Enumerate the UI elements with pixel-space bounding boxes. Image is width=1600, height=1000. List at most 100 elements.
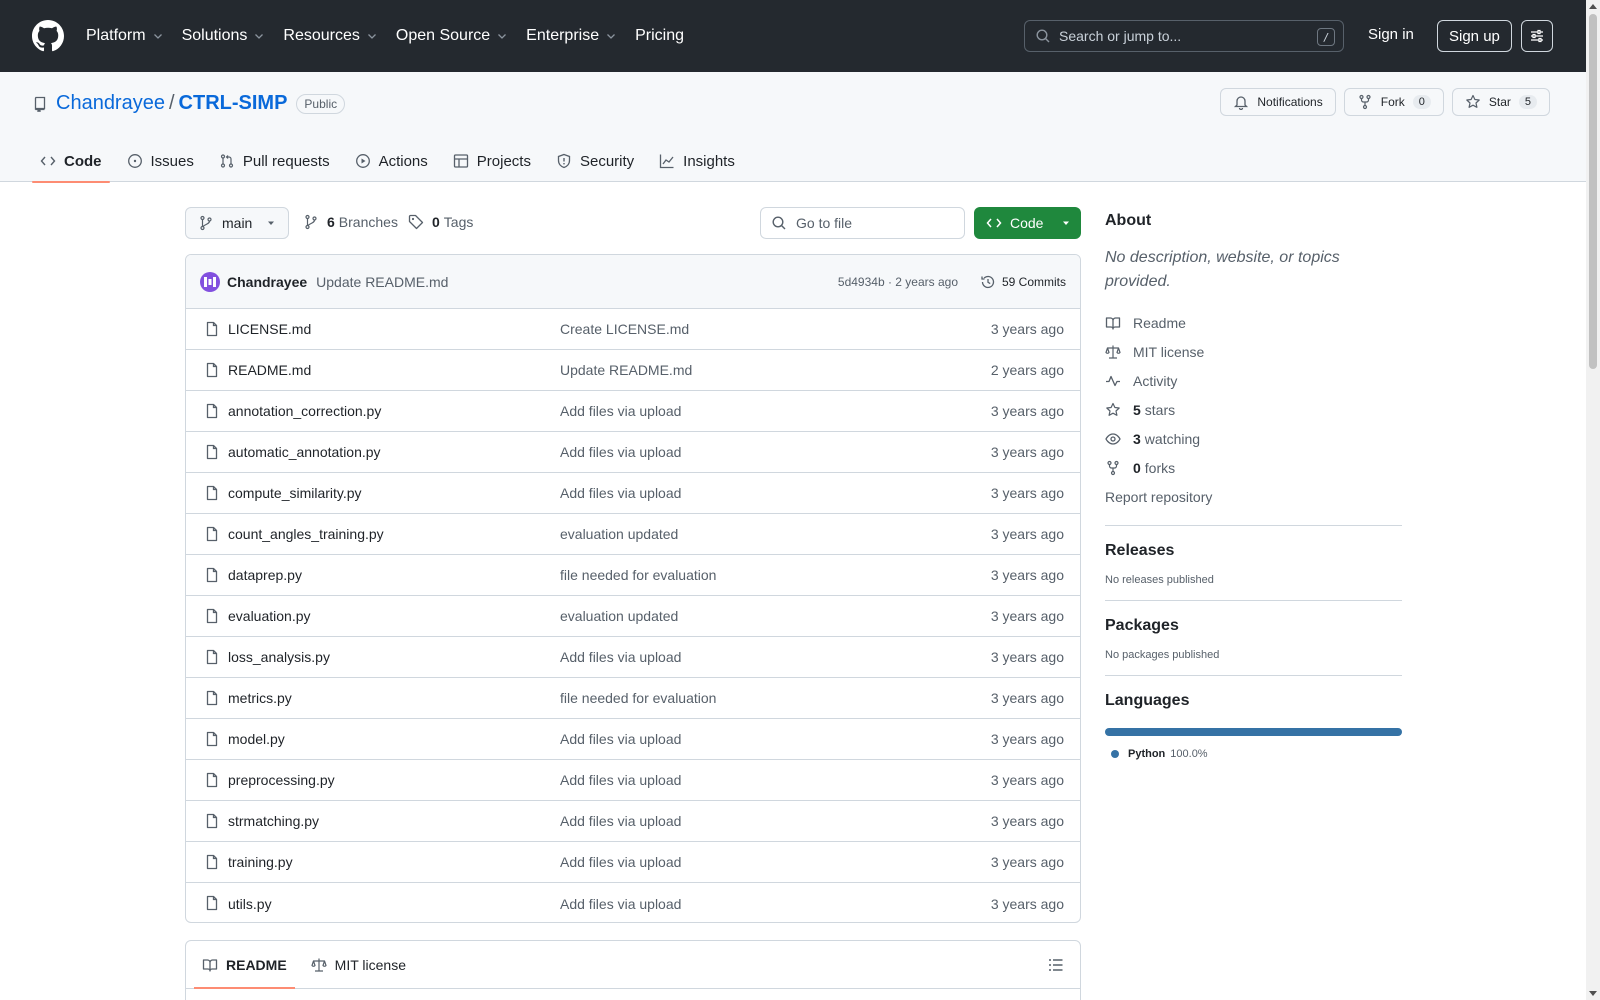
file-commit-message-link[interactable]: Update README.md bbox=[560, 362, 692, 378]
file-name-link[interactable]: preprocessing.py bbox=[228, 772, 335, 788]
tab-pull-requests[interactable]: Pull requests bbox=[211, 140, 338, 182]
table-row[interactable]: metrics.py file needed for evaluation 3 ye… bbox=[186, 678, 1080, 719]
table-row[interactable]: dataprep.py file needed for evaluation 3 y… bbox=[186, 555, 1080, 596]
nav-open-source[interactable]: Open Source bbox=[396, 27, 508, 45]
file-name-link[interactable]: evaluation.py bbox=[228, 608, 311, 624]
go-to-file-input[interactable]: Go to file bbox=[760, 207, 965, 239]
file-commit-message-link[interactable]: file needed for evaluation bbox=[560, 690, 716, 706]
tab-security[interactable]: Security bbox=[548, 140, 642, 182]
tags-link[interactable]: 0 Tags bbox=[408, 214, 473, 230]
file-name-link[interactable]: model.py bbox=[228, 731, 285, 747]
language-color-dot bbox=[1111, 750, 1119, 758]
file-name-link[interactable]: compute_similarity.py bbox=[228, 485, 362, 501]
table-row[interactable]: model.py Add files via upload 3 years ago bbox=[186, 719, 1080, 760]
watchers-link[interactable]: 3 watching bbox=[1105, 424, 1402, 453]
file-name-link[interactable]: count_angles_training.py bbox=[228, 526, 384, 542]
file-commit-message-link[interactable]: Add files via upload bbox=[560, 772, 681, 788]
tab-insights[interactable]: Insights bbox=[651, 140, 743, 182]
branch-select-button[interactable]: main bbox=[185, 207, 289, 239]
global-search-input[interactable]: Search or jump to... / bbox=[1024, 20, 1344, 52]
activity-link[interactable]: Activity bbox=[1105, 366, 1402, 395]
sign-in-link[interactable]: Sign in bbox=[1368, 26, 1414, 43]
scroll-down-arrow[interactable] bbox=[1589, 991, 1597, 996]
table-row[interactable]: strmatching.py Add files via upload 3 year… bbox=[186, 801, 1080, 842]
table-row[interactable]: training.py Add files via upload 3 years a… bbox=[186, 842, 1080, 883]
repo-name-link[interactable]: CTRL-SIMP bbox=[179, 92, 288, 115]
file-commit-message-link[interactable]: evaluation updated bbox=[560, 608, 678, 624]
file-name-link[interactable]: README.md bbox=[228, 362, 311, 378]
sign-up-button[interactable]: Sign up bbox=[1437, 20, 1512, 52]
language-bar bbox=[1105, 728, 1402, 736]
branches-link[interactable]: 6 Branches bbox=[303, 214, 398, 230]
file-name-link[interactable]: training.py bbox=[228, 854, 293, 870]
table-row[interactable]: LICENSE.md Create LICENSE.md 3 years ago bbox=[186, 309, 1080, 350]
file-commit-message-link[interactable]: Add files via upload bbox=[560, 485, 681, 501]
file-name-link[interactable]: LICENSE.md bbox=[228, 321, 311, 337]
table-row[interactable]: compute_similarity.py Add files via uploa… bbox=[186, 473, 1080, 514]
commit-hash-time[interactable]: 5d4934b · 2 years ago bbox=[838, 275, 958, 289]
tab-projects[interactable]: Projects bbox=[445, 140, 539, 182]
about-heading: About bbox=[1105, 212, 1152, 229]
table-row[interactable]: evaluation.py evaluation updated 3 years a… bbox=[186, 596, 1080, 637]
tab-readme[interactable]: README bbox=[194, 941, 295, 989]
table-row[interactable]: README.md Update README.md 2 years ago bbox=[186, 350, 1080, 391]
book-icon bbox=[1105, 316, 1121, 330]
github-logo-icon[interactable] bbox=[32, 20, 64, 52]
tab-code[interactable]: Code bbox=[32, 140, 110, 183]
nav-solutions[interactable]: Solutions bbox=[182, 27, 266, 45]
notifications-button[interactable]: Notifications bbox=[1220, 88, 1336, 116]
file-commit-message-link[interactable]: file needed for evaluation bbox=[560, 567, 716, 583]
list-outline-icon[interactable] bbox=[1048, 957, 1064, 973]
tab-actions[interactable]: Actions bbox=[347, 140, 436, 182]
file-commit-message-link[interactable]: Add files via upload bbox=[560, 444, 681, 460]
file-name-link[interactable]: strmatching.py bbox=[228, 813, 319, 829]
table-row[interactable]: preprocessing.py Add files via upload 3 ye… bbox=[186, 760, 1080, 801]
file-name-link[interactable]: utils.py bbox=[228, 896, 272, 912]
tab-issues[interactable]: Issues bbox=[119, 140, 202, 182]
file-name-link[interactable]: dataprep.py bbox=[228, 567, 302, 583]
star-button[interactable]: Star 5 bbox=[1451, 88, 1550, 116]
global-menu-button[interactable] bbox=[1521, 20, 1553, 52]
table-row[interactable]: automatic_annotation.py Add files via upl… bbox=[186, 432, 1080, 473]
forks-link[interactable]: 0 forks bbox=[1105, 453, 1402, 482]
file-commit-message-link[interactable]: Add files via upload bbox=[560, 649, 681, 665]
scrollbar-thumb[interactable] bbox=[1589, 14, 1597, 369]
file-commit-message-link[interactable]: Add files via upload bbox=[560, 731, 681, 747]
fork-button[interactable]: Fork 0 bbox=[1343, 88, 1444, 116]
file-name-link[interactable]: annotation_correction.py bbox=[228, 403, 381, 419]
page-scrollbar[interactable] bbox=[1586, 0, 1600, 1000]
report-repository-link[interactable]: Report repository bbox=[1105, 482, 1402, 511]
table-row[interactable]: count_angles_training.py evaluation updat… bbox=[186, 514, 1080, 555]
code-dropdown-button[interactable]: Code bbox=[974, 207, 1081, 239]
commit-message-link[interactable]: Update README.md bbox=[316, 274, 448, 290]
file-commit-message-link[interactable]: Create LICENSE.md bbox=[560, 321, 689, 337]
code-icon bbox=[40, 156, 56, 166]
commits-history-link[interactable]: 59 Commits bbox=[980, 274, 1066, 290]
license-link[interactable]: MIT license bbox=[1105, 337, 1402, 366]
file-commit-message-link[interactable]: Add files via upload bbox=[560, 854, 681, 870]
tab-license[interactable]: MIT license bbox=[303, 941, 414, 988]
packages-heading[interactable]: Packages bbox=[1105, 617, 1402, 635]
file-commit-message-link[interactable]: Add files via upload bbox=[560, 896, 681, 912]
file-commit-message-link[interactable]: evaluation updated bbox=[560, 526, 678, 542]
table-row[interactable]: annotation_correction.py Add files via up… bbox=[186, 391, 1080, 432]
commit-author-link[interactable]: Chandrayee bbox=[227, 274, 307, 290]
repo-owner-link[interactable]: Chandrayee bbox=[56, 92, 165, 115]
scroll-up-arrow[interactable] bbox=[1589, 4, 1597, 9]
file-commit-message-link[interactable]: Add files via upload bbox=[560, 403, 681, 419]
file-name-link[interactable]: loss_analysis.py bbox=[228, 649, 330, 665]
file-name-link[interactable]: metrics.py bbox=[228, 690, 292, 706]
table-row[interactable]: loss_analysis.py Add files via upload 3 ye… bbox=[186, 637, 1080, 678]
releases-heading[interactable]: Releases bbox=[1105, 542, 1402, 560]
nav-enterprise[interactable]: Enterprise bbox=[526, 27, 617, 45]
readme-link[interactable]: Readme bbox=[1105, 308, 1402, 337]
language-item-python[interactable]: Python 100.0% bbox=[1105, 748, 1402, 760]
nav-platform[interactable]: Platform bbox=[86, 27, 164, 45]
stars-link[interactable]: 5 stars bbox=[1105, 395, 1402, 424]
nav-resources[interactable]: Resources bbox=[283, 27, 377, 45]
file-commit-message-link[interactable]: Add files via upload bbox=[560, 813, 681, 829]
nav-pricing[interactable]: Pricing bbox=[635, 27, 684, 45]
table-row[interactable]: utils.py Add files via upload 3 years ago bbox=[186, 883, 1080, 922]
avatar[interactable] bbox=[200, 271, 220, 292]
file-name-link[interactable]: automatic_annotation.py bbox=[228, 444, 381, 460]
